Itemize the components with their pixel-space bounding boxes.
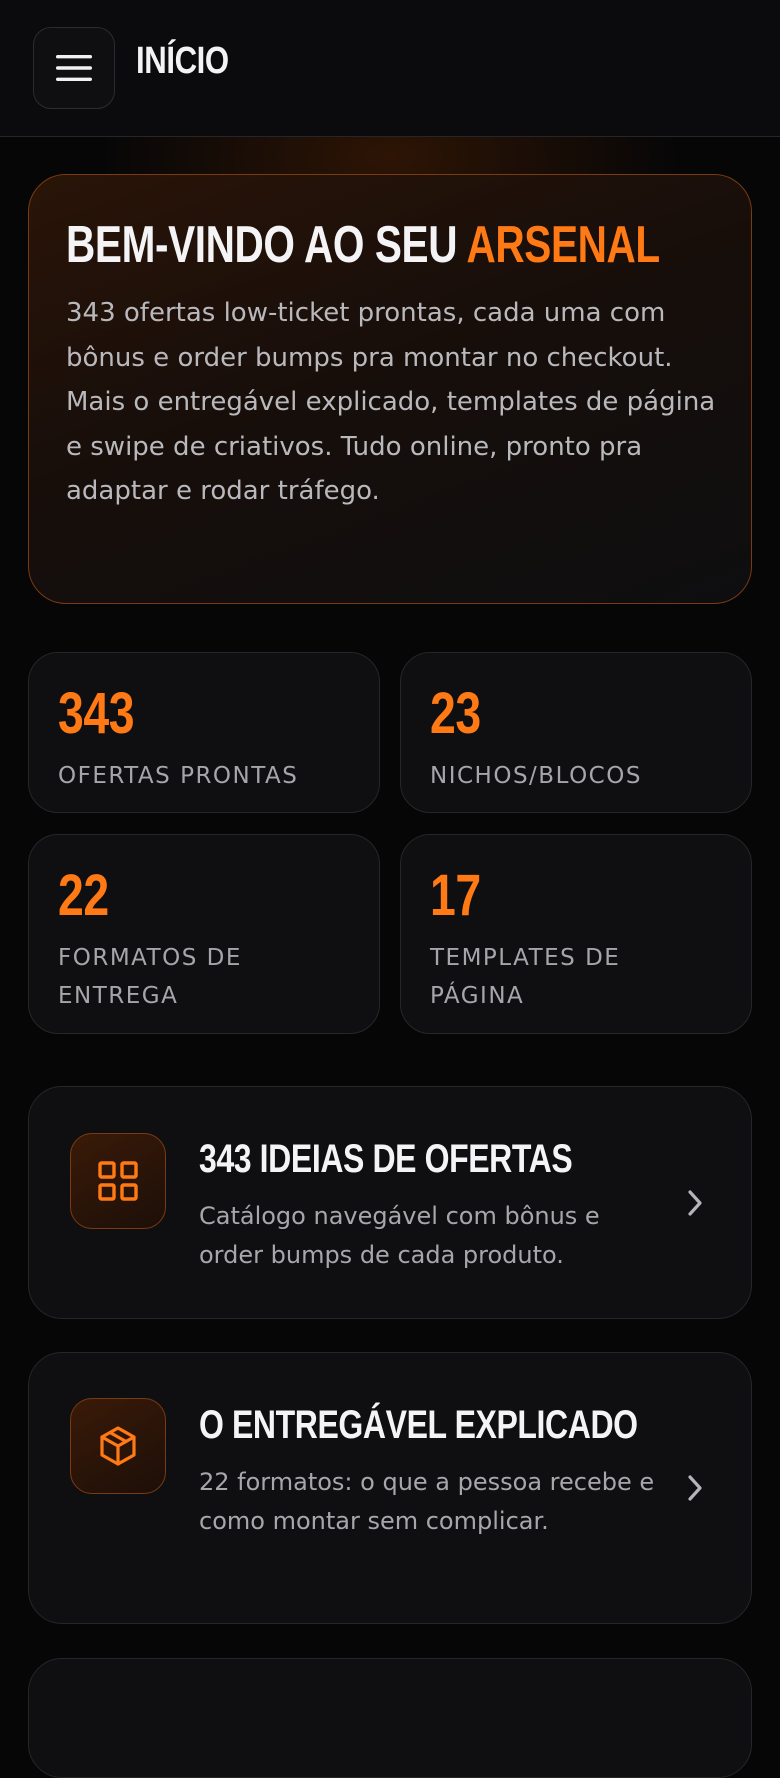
stat-value: 343: [58, 681, 135, 746]
hero-title: BEM-VINDO AO SEU ARSENAL: [66, 215, 660, 275]
hero-title-prefix: BEM-VINDO AO SEU: [66, 216, 467, 274]
stat-value: 23: [430, 681, 481, 746]
menu-button[interactable]: [33, 27, 115, 109]
stat-label: NICHOS/BLOCOS: [430, 763, 642, 789]
stat-card-templates: 17 TEMPLATES DE PÁGINA: [400, 834, 752, 1034]
stat-label: TEMPLATES DE PÁGINA: [430, 945, 621, 1009]
package-icon-badge: [70, 1398, 166, 1494]
stat-label: FORMATOS DE ENTREGA: [58, 945, 242, 1009]
chevron-right-icon: [688, 1190, 702, 1216]
page-title: INÍCIO: [136, 40, 229, 82]
card-ideias-de-ofertas[interactable]: 343 IDEIAS DE OFERTAS Catálogo navegável…: [28, 1086, 752, 1319]
chevron-right-icon: [688, 1475, 702, 1501]
card-title: O ENTREGÁVEL EXPLICADO: [199, 1403, 638, 1447]
stat-value: 17: [430, 863, 481, 928]
stat-card-formatos: 22 FORMATOS DE ENTREGA: [28, 834, 380, 1034]
stat-label: OFERTAS PRONTAS: [58, 763, 299, 789]
stat-value: 22: [58, 863, 109, 928]
grid-icon: [98, 1161, 138, 1201]
welcome-hero-card: BEM-VINDO AO SEU ARSENAL 343 ofertas low…: [28, 174, 752, 604]
card-partial[interactable]: [28, 1658, 752, 1778]
stat-card-ofertas: 343 OFERTAS PRONTAS: [28, 652, 380, 813]
card-entregavel-explicado[interactable]: O ENTREGÁVEL EXPLICADO 22 formatos: o qu…: [28, 1352, 752, 1624]
stat-card-nichos: 23 NICHOS/BLOCOS: [400, 652, 752, 813]
hero-title-accent: ARSENAL: [466, 216, 661, 274]
hero-description: 343 ofertas low-ticket prontas, cada uma…: [66, 298, 716, 507]
grid-icon-badge: [70, 1133, 166, 1229]
hamburger-menu-icon: [56, 55, 92, 81]
card-title: 343 IDEIAS DE OFERTAS: [199, 1137, 573, 1181]
top-bar: INÍCIO: [0, 0, 780, 137]
package-box-icon: [100, 1426, 136, 1466]
card-description: 22 formatos: o que a pessoa recebe e com…: [199, 1468, 655, 1535]
card-description: Catálogo navegável com bônus e order bum…: [199, 1202, 600, 1269]
